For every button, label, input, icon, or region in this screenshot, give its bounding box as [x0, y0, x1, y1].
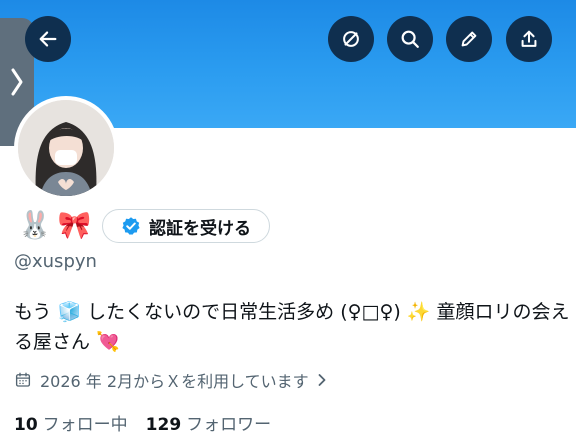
search-button[interactable] — [387, 16, 433, 62]
profile-bio: もう 🧊 したくないので日常生活多め (♀□♀) ✨ 童顔ロリの会える屋さん 💘 — [14, 301, 570, 353]
share-button[interactable] — [506, 16, 552, 62]
followers-count: 129 — [145, 415, 182, 435]
following-link[interactable]: 10 フォロー中 — [14, 410, 128, 435]
block-icon — [343, 31, 359, 47]
verified-badge-icon — [122, 217, 140, 235]
share-icon — [521, 30, 537, 47]
followers-label: フォロワー — [186, 415, 272, 435]
edit-button[interactable] — [446, 16, 492, 62]
joined-date-row[interactable]: 2026 年 2月からＸを利用しています — [14, 368, 329, 392]
back-button[interactable] — [25, 16, 71, 62]
profile-handle: @xuspyn — [14, 251, 97, 272]
pencil-icon — [461, 31, 477, 47]
followers-link[interactable]: 129 フォロワー — [146, 410, 272, 435]
avatar-image — [18, 100, 114, 196]
block-button[interactable] — [328, 16, 374, 62]
profile-emoji-row: 🐰 🎀 — [18, 210, 97, 242]
following-label: フォロー中 — [42, 415, 128, 435]
chevron-right-icon — [11, 68, 23, 96]
calendar-icon — [15, 372, 31, 387]
arrow-left-icon — [39, 31, 57, 47]
search-icon — [401, 30, 419, 48]
get-verified-label: 認証を受ける — [149, 218, 251, 239]
joined-date-text: 2026 年 2月からＸを利用しています — [40, 372, 309, 391]
rabbit-emoji: 🐰 — [18, 210, 52, 241]
chevron-right-icon — [318, 374, 325, 386]
avatar[interactable] — [14, 96, 118, 200]
ribbon-emoji: 🎀 — [57, 210, 92, 241]
following-count: 10 — [14, 415, 38, 435]
get-verified-button[interactable]: 認証を受ける — [102, 209, 270, 243]
follow-stats: 10 フォロー中 129 フォロワー — [14, 410, 289, 435]
